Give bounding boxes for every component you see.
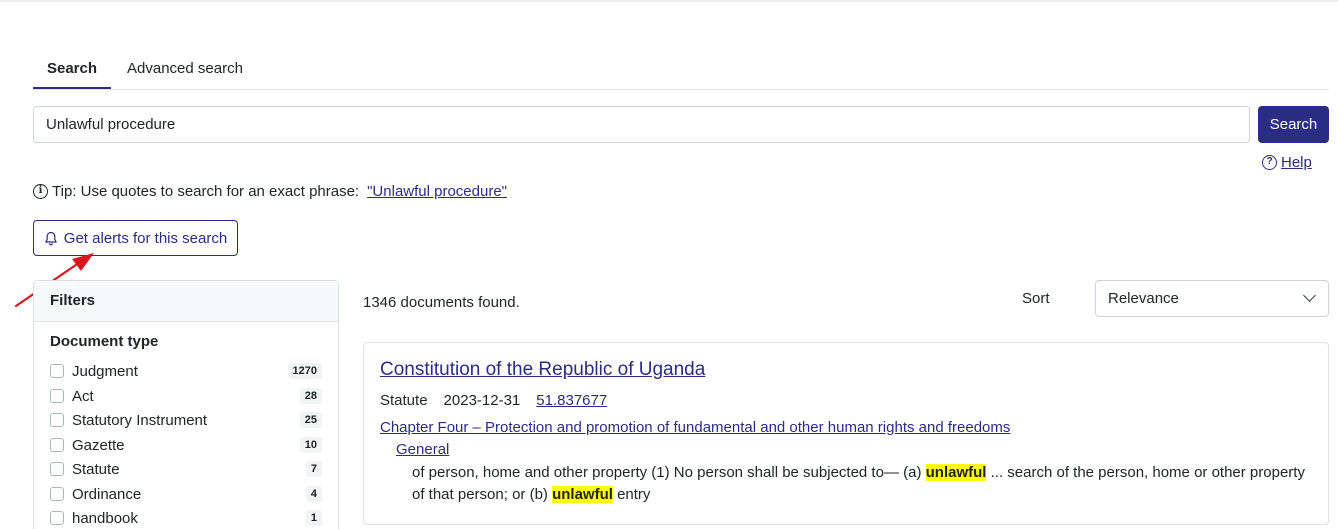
filter-checkbox[interactable] [50,389,64,403]
filter-checkbox[interactable] [50,413,64,427]
chevron-down-icon [1303,289,1316,302]
result-meta: Statute 2023-12-31 51.837677 [380,392,607,409]
filter-count: 1270 [287,363,322,379]
filter-label: Act [72,387,94,405]
filter-label: Ordinance [72,485,142,503]
result-score-link[interactable]: 51.837677 [536,392,607,409]
document-type-heading: Document type [50,333,159,350]
sort-select[interactable]: Relevance [1095,280,1329,317]
filter-checkbox[interactable] [50,487,64,501]
filter-count: 25 [299,412,322,428]
search-input[interactable] [33,106,1250,143]
tip-text: Tip: Use quotes to search for an exact p… [52,183,360,200]
filters-title: Filters [34,281,338,322]
filter-count: 4 [305,486,322,502]
help-link[interactable]: ? Help [1262,154,1312,171]
info-circle-icon: i [33,184,48,199]
result-card: Constitution of the Republic of Uganda S… [363,342,1329,525]
filter-count: 7 [305,461,322,477]
filter-label: Gazette [72,436,125,454]
bell-icon [44,231,57,245]
filter-label: handbook [72,509,138,527]
filter-label: Statutory Instrument [72,411,208,429]
question-circle-icon: ? [1262,155,1277,170]
filter-checkbox[interactable] [50,462,64,476]
filters-panel: Filters Document type Judgment 1270 Act … [33,280,339,529]
exact-phrase-link[interactable]: "Unlawful procedure" [367,183,507,200]
result-snippet: of person, home and other property (1) N… [412,462,1312,506]
filter-count: 10 [299,437,322,453]
filter-judgment[interactable]: Judgment 1270 [50,361,322,381]
sort-label: Sort [1022,290,1050,307]
snippet-text: of person, home and other property (1) N… [412,464,926,481]
results-count: 1346 documents found. [363,294,520,311]
alerts-label: Get alerts for this search [63,229,228,247]
snippet-highlight: unlawful [925,464,987,481]
get-alerts-button[interactable]: Get alerts for this search [33,220,238,256]
result-date: 2023-12-31 [443,392,521,409]
snippet-highlight: unlawful [552,486,613,503]
result-chapter-link[interactable]: Chapter Four – Protection and promotion … [380,419,1010,436]
result-part-link[interactable]: General [396,441,449,458]
filter-checkbox[interactable] [50,364,64,378]
filter-label: Judgment [72,362,138,380]
snippet-text: entry [612,486,651,503]
filter-label: Statute [72,460,120,478]
filter-count: 28 [299,388,322,404]
filter-ordinance[interactable]: Ordinance 4 [50,484,322,504]
top-divider [0,0,1338,2]
sort-value: Relevance [1108,290,1179,307]
filter-checkbox[interactable] [50,511,64,525]
filter-statute[interactable]: Statute 7 [50,459,322,479]
tab-search[interactable]: Search [33,52,111,89]
filter-count: 1 [305,510,322,526]
filter-handbook[interactable]: handbook 1 [50,508,322,528]
result-type: Statute [380,392,428,409]
help-label: Help [1281,154,1312,171]
result-title-link[interactable]: Constitution of the Republic of Uganda [380,359,705,381]
filter-statutory-instrument[interactable]: Statutory Instrument 25 [50,410,322,430]
filter-act[interactable]: Act 28 [50,386,322,406]
search-button[interactable]: Search [1258,106,1329,143]
search-tabs: Search Advanced search [33,52,1329,90]
search-tip: i Tip: Use quotes to search for an exact… [33,183,507,200]
filter-gazette[interactable]: Gazette 10 [50,435,322,455]
tab-advanced-search[interactable]: Advanced search [127,52,243,89]
filter-checkbox[interactable] [50,438,64,452]
